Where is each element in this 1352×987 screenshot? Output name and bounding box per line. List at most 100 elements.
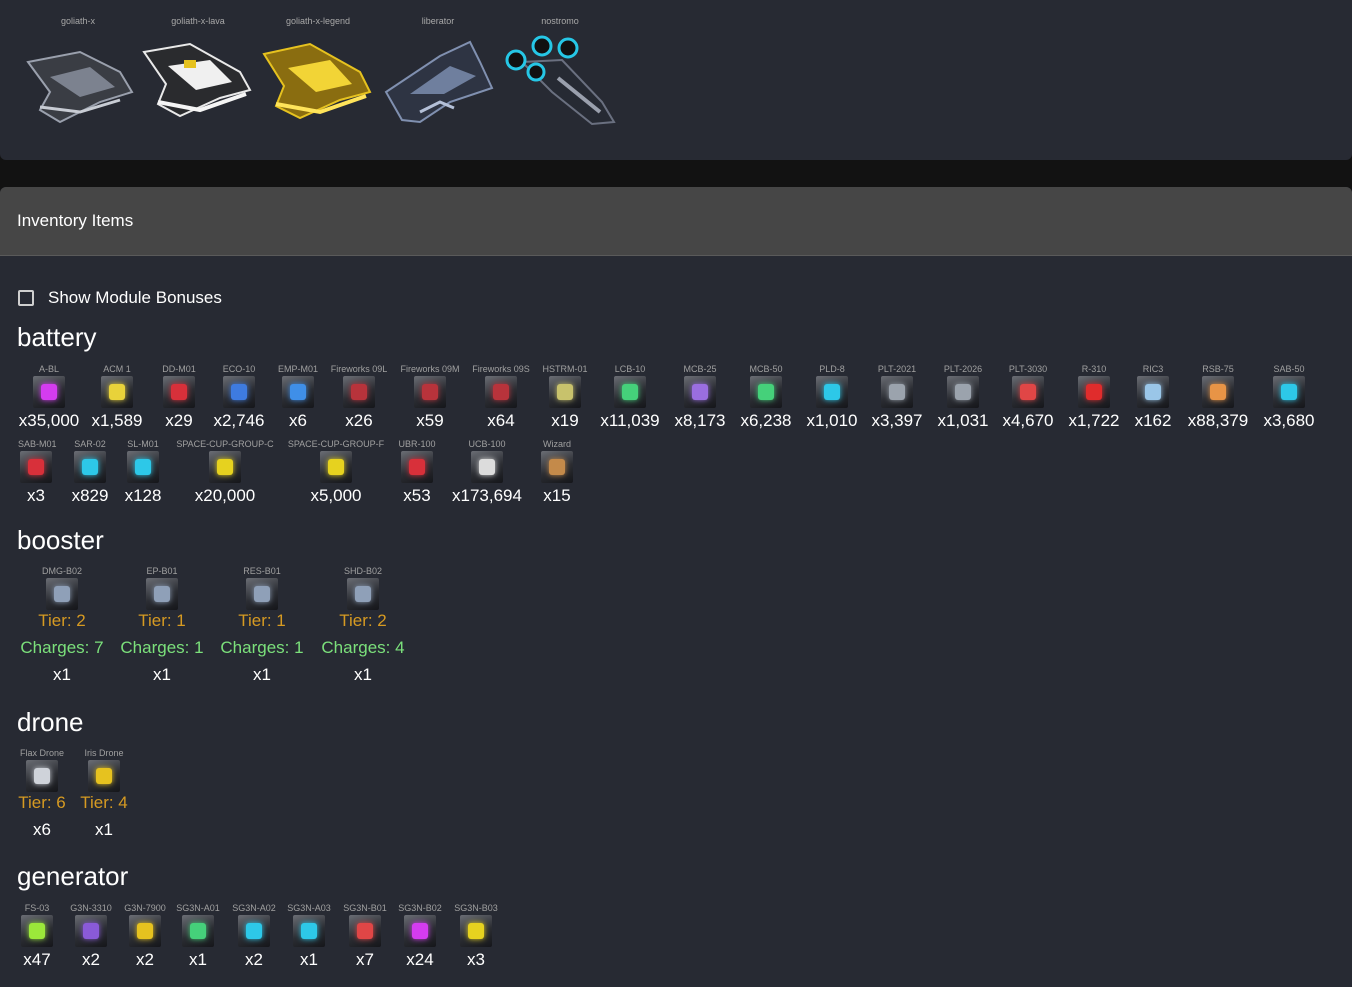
- inventory-item[interactable]: PLT-3030 x4,670: [996, 364, 1060, 432]
- inventory-item[interactable]: Wizard x15: [537, 439, 577, 507]
- inventory-item[interactable]: PLD-8 x1,010: [802, 364, 862, 432]
- inventory-item[interactable]: SG3N-B01 x7: [338, 903, 392, 971]
- item-name: SL-M01: [127, 439, 159, 449]
- item-tier: Tier: 4: [80, 793, 128, 812]
- inventory-item[interactable]: MCB-25 x8,173: [667, 364, 733, 432]
- battery-icon: [1137, 376, 1169, 408]
- item-quantity: x2,746: [213, 411, 265, 430]
- inventory-item[interactable]: SAB-50 x3,680: [1259, 364, 1319, 432]
- battery-icon: [320, 451, 352, 483]
- item-name: MCB-25: [683, 364, 717, 374]
- item-name: SG3N-B02: [398, 903, 442, 913]
- booster-icon: [146, 578, 178, 610]
- ship-icon: [26, 50, 134, 124]
- battery-icon: [282, 376, 314, 408]
- drone-icon: [88, 760, 120, 792]
- item-quantity: x128: [124, 486, 162, 505]
- item-quantity: x6,238: [740, 411, 792, 430]
- inventory-item[interactable]: ECO-10 x2,746: [209, 364, 269, 432]
- item-quantity: x11,039: [600, 411, 660, 430]
- ship-nostromo[interactable]: nostromo: [500, 14, 620, 132]
- inventory-item[interactable]: UCB-100 x173,694: [447, 439, 527, 507]
- item-quantity: x829: [71, 486, 109, 505]
- item-name: EMP-M01: [277, 364, 318, 374]
- inventory-item[interactable]: LCB-10 x11,039: [597, 364, 663, 432]
- inventory-panel: Inventory Items Show Module Bonuses batt…: [0, 187, 1352, 987]
- ship-label: goliath-x-lava: [171, 16, 225, 26]
- inventory-item[interactable]: DD-M01 x29: [154, 364, 204, 432]
- inventory-item[interactable]: FS-03 x47: [10, 903, 64, 971]
- item-quantity: x1: [95, 820, 113, 839]
- item-name: RSB-75: [1202, 364, 1234, 374]
- item-quantity: x3,397: [871, 411, 923, 430]
- inventory-item[interactable]: SG3N-A03 x1: [282, 903, 336, 971]
- inventory-item[interactable]: SL-M01 x128: [120, 439, 166, 507]
- item-quantity: x4,670: [1002, 411, 1054, 430]
- inventory-item[interactable]: SG3N-A02 x2: [227, 903, 281, 971]
- item-quantity: x64: [487, 411, 515, 430]
- inventory-item[interactable]: PLT-2021 x3,397: [865, 364, 929, 432]
- inventory-item[interactable]: R-310 x1,722: [1064, 364, 1124, 432]
- inventory-item[interactable]: Fireworks 09L x26: [329, 364, 389, 432]
- show-module-bonuses-checkbox[interactable]: [18, 290, 34, 306]
- ship-goliath-x-legend[interactable]: goliath-x-legend: [258, 14, 378, 132]
- battery-icon: [343, 376, 375, 408]
- item-quantity: x20,000: [194, 486, 256, 505]
- inventory-item[interactable]: SHD-B02 Tier: 2 Charges: 4 x1: [315, 566, 411, 686]
- battery-icon: [223, 376, 255, 408]
- inventory-item[interactable]: SAR-02 x829: [65, 439, 115, 507]
- item-name: SHD-B02: [343, 566, 382, 576]
- generator-icon: [129, 915, 161, 947]
- inventory-item[interactable]: RIC3 x162: [1130, 364, 1176, 432]
- inventory-item[interactable]: SPACE-CUP-GROUP-C x20,000: [170, 439, 280, 507]
- item-name: SAB-50: [1273, 364, 1305, 374]
- inventory-item[interactable]: DMG-B02 Tier: 2 Charges: 7 x1: [14, 566, 110, 686]
- inventory-item[interactable]: RSB-75 x88,379: [1183, 364, 1253, 432]
- inventory-item[interactable]: HSTRM-01 x19: [537, 364, 593, 432]
- inventory-item[interactable]: MCB-50 x6,238: [736, 364, 796, 432]
- booster-icon: [246, 578, 278, 610]
- item-quantity: x24: [406, 950, 434, 969]
- inventory-item[interactable]: Iris Drone Tier: 4 x1: [74, 748, 134, 841]
- inventory-item[interactable]: UBR-100 x53: [395, 439, 439, 507]
- inventory-item[interactable]: SG3N-B02 x24: [393, 903, 447, 971]
- ship-goliath-x[interactable]: goliath-x: [18, 14, 138, 132]
- item-name: Wizard: [542, 439, 571, 449]
- battery-icon: [401, 451, 433, 483]
- item-quantity: x1: [189, 950, 207, 969]
- inventory-item[interactable]: EP-B01 Tier: 1 Charges: 1 x1: [114, 566, 210, 686]
- inventory-item[interactable]: SG3N-A01 x1: [171, 903, 225, 971]
- battery-icon: [20, 451, 52, 483]
- inventory-item[interactable]: G3N-7900 x2: [118, 903, 172, 971]
- inventory-item[interactable]: PLT-2026 x1,031: [933, 364, 993, 432]
- generator-icon: [21, 915, 53, 947]
- inventory-item[interactable]: Flax Drone Tier: 6 x6: [12, 748, 72, 841]
- ship-goliath-x-lava[interactable]: goliath-x-lava: [138, 14, 258, 132]
- ship-liberator[interactable]: liberator: [378, 14, 498, 132]
- generator-icon: [75, 915, 107, 947]
- show-module-bonuses-toggle[interactable]: Show Module Bonuses: [18, 288, 222, 308]
- item-quantity: x1: [153, 665, 171, 684]
- ship-icon: [384, 40, 494, 124]
- item-quantity: x1,010: [806, 411, 858, 430]
- battery-icon: [163, 376, 195, 408]
- item-charges: Charges: 1: [220, 638, 304, 657]
- inventory-item[interactable]: A-BL x35,000: [17, 364, 81, 432]
- item-name: UBR-100: [398, 439, 436, 449]
- item-name: Fireworks 09M: [400, 364, 460, 374]
- inventory-item[interactable]: RES-B01 Tier: 1 Charges: 1 x1: [214, 566, 310, 686]
- item-name: SG3N-A01: [176, 903, 220, 913]
- ship-label: nostromo: [541, 16, 579, 26]
- inventory-item[interactable]: Fireworks 09M x59: [397, 364, 463, 432]
- inventory-item[interactable]: EMP-M01 x6: [276, 364, 320, 432]
- inventory-item[interactable]: SPACE-CUP-GROUP-F x5,000: [281, 439, 391, 507]
- inventory-item[interactable]: ACM 1 x1,589: [87, 364, 147, 432]
- item-quantity: x1: [253, 665, 271, 684]
- inventory-item[interactable]: SG3N-B03 x3: [449, 903, 503, 971]
- battery-icon: [947, 376, 979, 408]
- inventory-item[interactable]: Fireworks 09S x64: [468, 364, 534, 432]
- inventory-item[interactable]: G3N-3310 x2: [64, 903, 118, 971]
- item-tier: Tier: 2: [38, 611, 86, 630]
- item-name: PLT-3030: [1008, 364, 1048, 374]
- inventory-item[interactable]: SAB-M01 x3: [18, 439, 57, 507]
